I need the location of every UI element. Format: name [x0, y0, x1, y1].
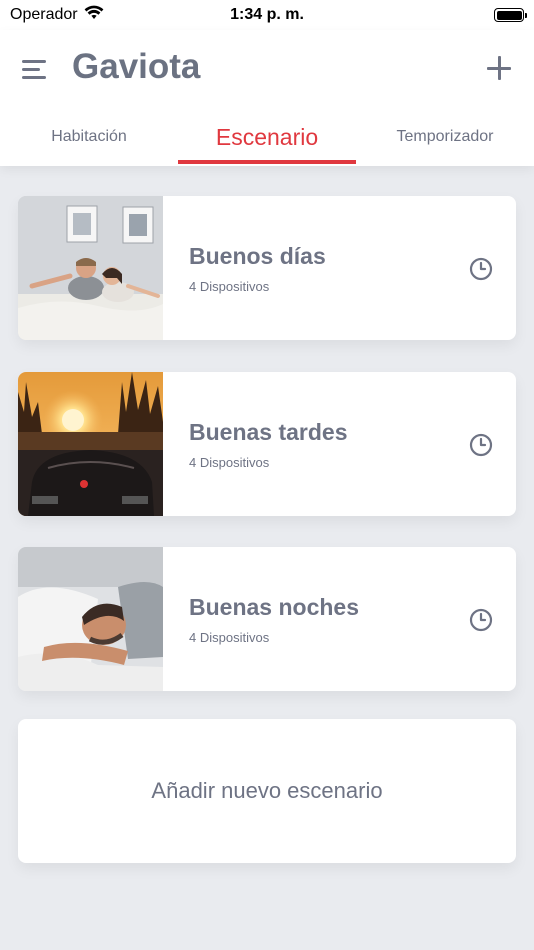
- status-left: Operador: [10, 5, 104, 25]
- scene-device-count: 4 Dispositivos: [189, 630, 270, 645]
- scene-title: Buenas tardes: [189, 419, 348, 445]
- status-bar: Operador 1:34 p. m.: [0, 0, 534, 30]
- battery-icon: [494, 8, 527, 22]
- tab-label: Temporizador: [396, 128, 494, 145]
- scene-card-buenos-dias[interactable]: Buenos días 4 Dispositivos: [18, 196, 516, 340]
- wifi-icon: [84, 5, 104, 25]
- tab-label: Habitación: [51, 128, 127, 145]
- couple-waking-up-photo: [18, 196, 163, 340]
- scene-card-buenas-noches[interactable]: Buenas noches 4 Dispositivos: [18, 547, 516, 691]
- man-sleeping-photo: [18, 547, 163, 691]
- scene-device-count: 4 Dispositivos: [189, 279, 270, 294]
- scene-device-count: 4 Dispositivos: [189, 455, 270, 470]
- tab-escenario[interactable]: Escenario: [178, 110, 356, 164]
- tab-temporizador[interactable]: Temporizador: [356, 110, 534, 164]
- sunset-road-car-photo: [18, 372, 163, 516]
- carrier-label: Operador: [10, 6, 78, 23]
- clock-icon[interactable]: [469, 257, 493, 281]
- tab-label: Escenario: [215, 124, 319, 150]
- scene-card-buenas-tardes[interactable]: Buenas tardes 4 Dispositivos: [18, 372, 516, 516]
- page-title: Gaviota: [72, 47, 201, 86]
- tab-habitacion[interactable]: Habitación: [0, 110, 178, 164]
- hamburger-menu-icon[interactable]: [22, 58, 48, 80]
- active-tab-indicator: [178, 160, 356, 164]
- clock-icon[interactable]: [469, 608, 493, 632]
- scene-title: Buenas noches: [189, 594, 359, 620]
- app-header: Gaviota Habitación Escenario Temporizado…: [0, 30, 534, 166]
- add-scene-label: Añadir nuevo escenario: [151, 778, 383, 803]
- plus-icon[interactable]: [486, 55, 512, 81]
- clock-icon[interactable]: [469, 433, 493, 457]
- scene-title: Buenos días: [189, 243, 326, 269]
- add-scene-button[interactable]: Añadir nuevo escenario: [18, 719, 516, 863]
